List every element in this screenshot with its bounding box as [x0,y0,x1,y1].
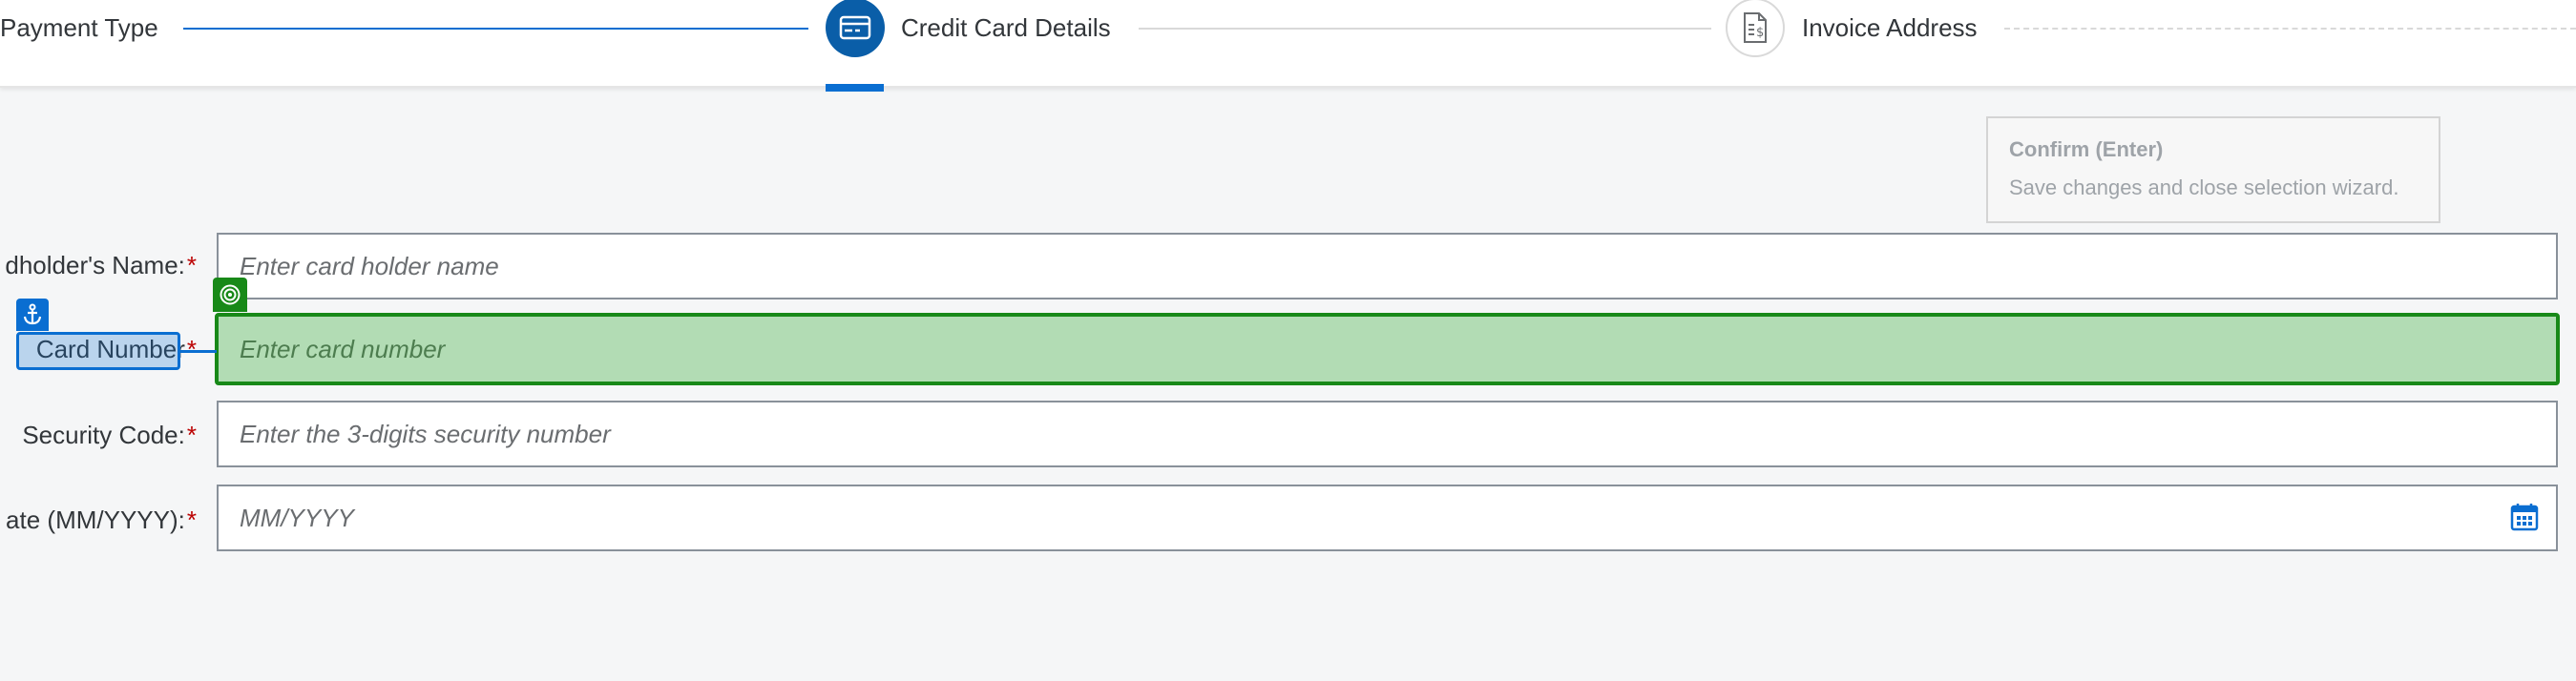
anchor-badge [16,299,49,331]
security-code-input[interactable] [217,401,2558,467]
step-invoice-address[interactable]: $ [1726,0,1785,57]
active-step-indicator [826,84,884,92]
step-payment-type[interactable]: Payment Type [0,13,158,43]
label-selection-highlight [16,332,180,370]
step-credit-card-details[interactable] [826,0,885,57]
required-marker: * [186,335,197,363]
required-marker: * [186,421,197,449]
step-connector-upcoming [2004,28,2576,30]
calendar-icon[interactable] [2510,503,2539,531]
cardholder-name-input[interactable] [217,233,2558,299]
required-marker: * [186,251,197,279]
confirm-tooltip: Confirm (Enter) Save changes and close s… [1986,116,2440,223]
label-field-connector [180,350,217,353]
step-credit-card-details-label: Credit Card Details [901,13,1111,42]
tooltip-description: Save changes and close selection wizard. [2009,175,2399,199]
cardholder-name-label: dholder's Name:* [5,251,197,280]
step-connector-completed [183,28,808,30]
target-icon [220,284,241,305]
card-number-input[interactable] [215,313,2560,385]
security-code-label-text: Security Code: [22,421,185,449]
cardholder-name-label-text: dholder's Name: [5,251,185,279]
security-code-label: Security Code:* [22,421,197,450]
svg-text:$: $ [1756,26,1764,40]
invoice-document-icon: $ [1744,12,1767,43]
anchor-icon [23,303,42,325]
step-connector-active [1139,28,1711,30]
tooltip-title: Confirm (Enter) [2009,137,2164,161]
required-marker: * [186,506,197,534]
target-badge [213,278,247,312]
expiry-date-label: ate (MM/YYYY):* [6,506,197,535]
credit-card-icon [839,15,871,40]
wizard-header: Payment Type Credit Card Details $ Invoi… [0,0,2576,88]
step-invoice-address-label: Invoice Address [1802,13,1978,42]
expiry-date-input[interactable] [217,485,2558,551]
expiry-date-label-text: ate (MM/YYYY): [6,506,185,534]
